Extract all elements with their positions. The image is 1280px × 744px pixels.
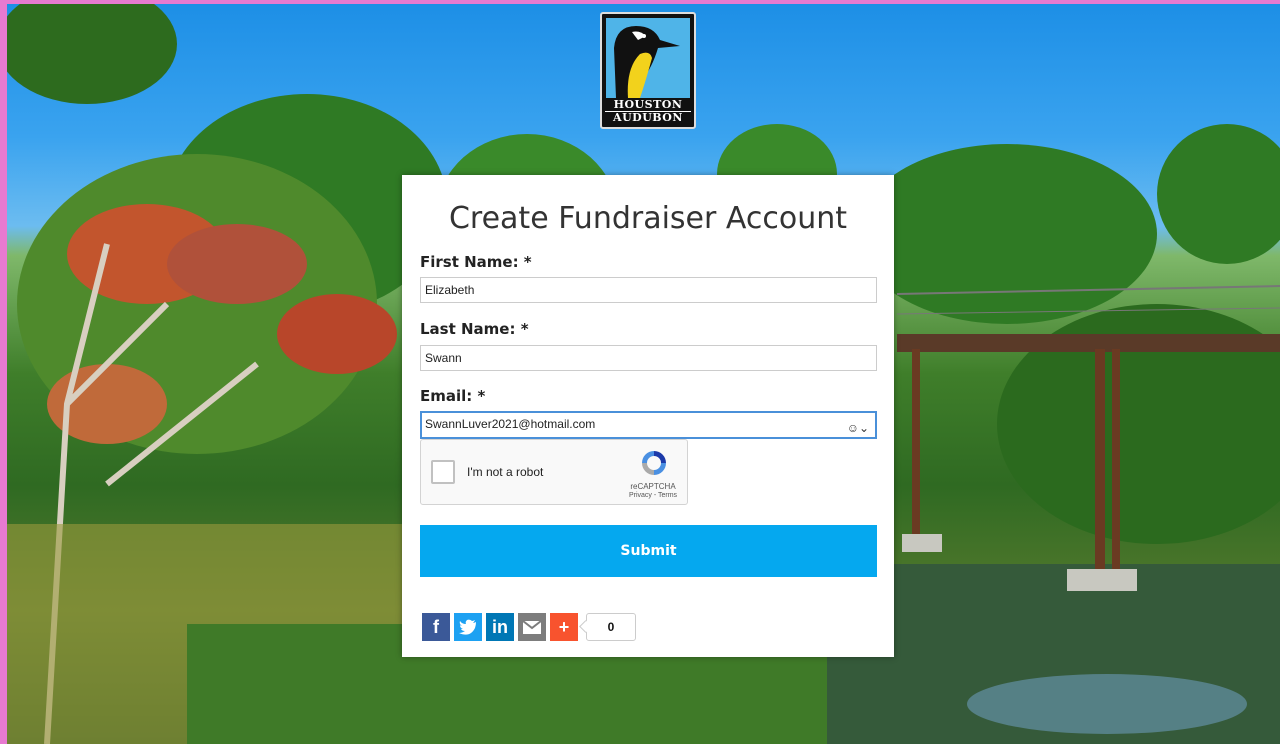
linkedin-share-button[interactable]: in bbox=[486, 613, 514, 641]
recaptcha-terms-link[interactable]: Privacy - Terms bbox=[617, 492, 689, 499]
contact-autofill-icon[interactable]: ☺⌄ bbox=[847, 417, 869, 439]
recaptcha-logo-icon bbox=[642, 451, 666, 475]
houston-audubon-logo[interactable]: HOUSTON AUDUBON bbox=[600, 12, 696, 129]
envelope-icon bbox=[522, 620, 542, 634]
facebook-icon: f bbox=[433, 617, 439, 637]
page-title: Create Fundraiser Account bbox=[448, 201, 848, 236]
submit-button[interactable]: Submit bbox=[420, 525, 877, 577]
plus-icon: + bbox=[558, 617, 570, 637]
email-value: SwannLuver2021@hotmail.com bbox=[425, 417, 596, 431]
recaptcha-checkbox[interactable] bbox=[431, 460, 455, 484]
email-label: Email: * bbox=[420, 387, 486, 405]
warbler-bird-icon bbox=[606, 18, 690, 98]
first-name-input[interactable]: Elizabeth bbox=[420, 277, 877, 303]
linkedin-icon: in bbox=[492, 617, 508, 637]
recaptcha-brand: reCAPTCHA bbox=[630, 482, 676, 491]
facebook-share-button[interactable]: f bbox=[422, 613, 450, 641]
recaptcha-label: I'm not a robot bbox=[467, 465, 544, 479]
twitter-share-button[interactable] bbox=[454, 613, 482, 641]
logo-line-houston: HOUSTON bbox=[613, 98, 683, 111]
logo-wordmark: HOUSTON AUDUBON bbox=[605, 99, 691, 124]
share-count: 0 bbox=[586, 613, 636, 641]
twitter-bird-icon bbox=[459, 619, 476, 635]
more-share-button[interactable]: + bbox=[550, 613, 578, 641]
first-name-label: First Name: * bbox=[420, 253, 532, 271]
email-share-button[interactable] bbox=[518, 613, 546, 641]
logo-line-audubon: AUDUBON bbox=[605, 111, 691, 124]
email-input[interactable]: SwannLuver2021@hotmail.com ☺⌄ bbox=[420, 411, 877, 439]
last-name-input[interactable]: Swann bbox=[420, 345, 877, 371]
recaptcha-widget: I'm not a robot reCAPTCHA Privacy - Term… bbox=[420, 439, 688, 505]
fundraiser-form-card: Create Fundraiser Account First Name: * … bbox=[402, 175, 894, 657]
last-name-label: Last Name: * bbox=[420, 320, 529, 338]
